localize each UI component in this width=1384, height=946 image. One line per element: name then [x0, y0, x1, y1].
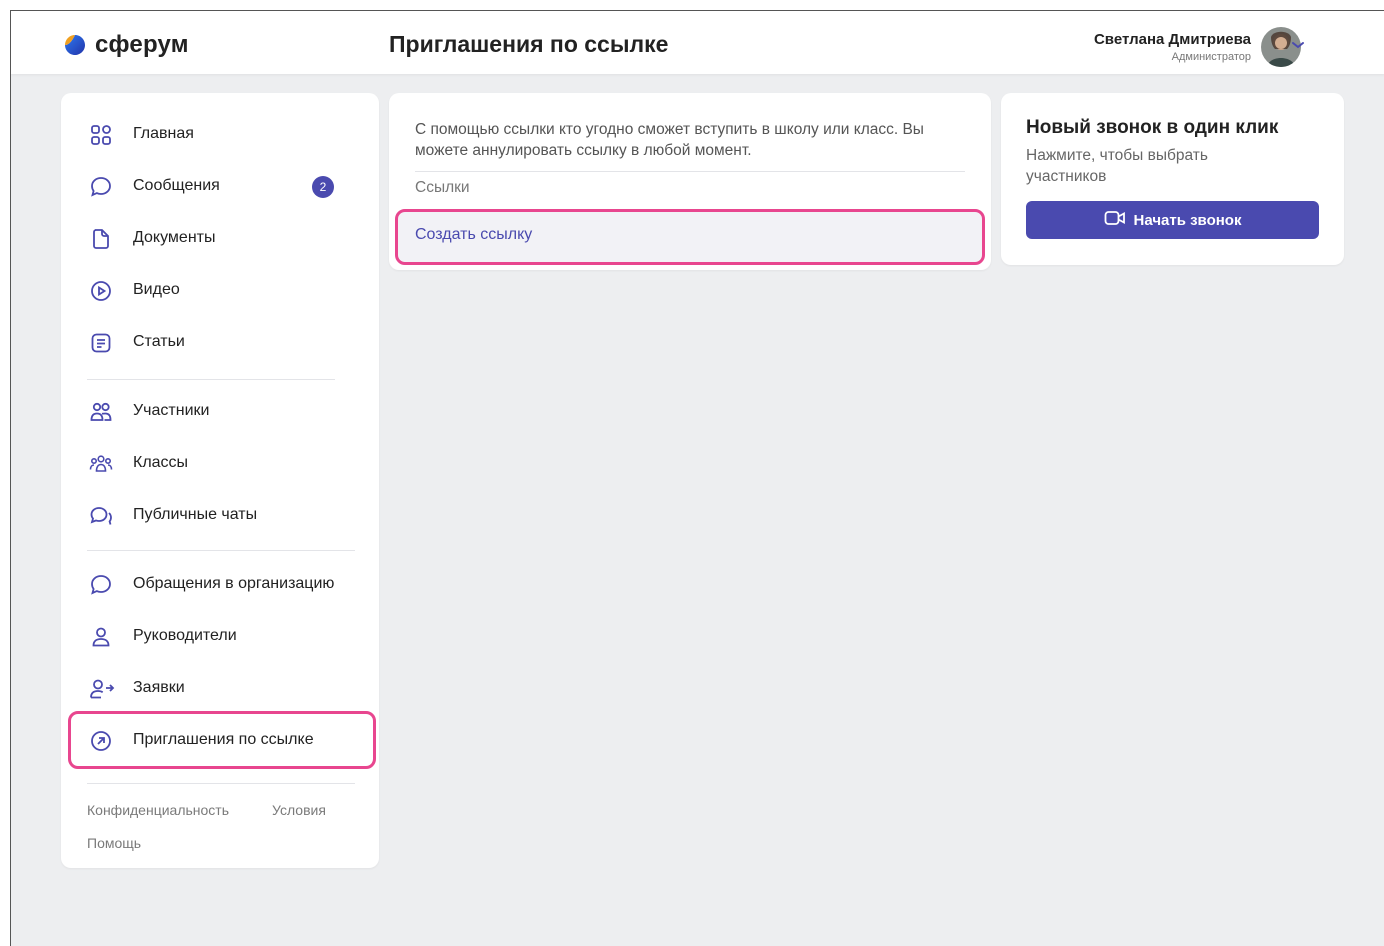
sidebar-item-label: Классы: [133, 454, 189, 471]
divider: [415, 171, 965, 172]
sidebar-item-label: Руководители: [133, 627, 237, 644]
terms-link[interactable]: Условия: [272, 802, 326, 818]
divider: [87, 379, 335, 380]
people-icon: [89, 400, 113, 424]
sidebar-item-messages[interactable]: Сообщения 2: [61, 165, 379, 209]
chat-bubble-icon: [89, 175, 113, 199]
help-link[interactable]: Помощь: [87, 835, 141, 851]
logo-text: сферум: [95, 31, 189, 58]
sidebar-item-classes[interactable]: Классы: [61, 442, 379, 486]
sidebar-item-label: Главная: [133, 125, 194, 142]
sidebar-item-members[interactable]: Участники: [61, 390, 379, 434]
sidebar-item-label: Обращения в организацию: [133, 575, 335, 592]
invite-description: С помощью ссылки кто угодно сможет вступ…: [415, 121, 924, 159]
chat-bubble-icon: [89, 573, 113, 597]
user-name: Светлана Дмитриева: [1093, 31, 1251, 48]
play-circle-icon: [89, 279, 113, 303]
video-camera-icon: [1104, 210, 1126, 231]
classes-icon: [89, 452, 113, 476]
active-item-highlight: [68, 711, 376, 769]
sidebar-item-label: Видео: [133, 281, 180, 298]
divider: [87, 783, 355, 784]
sidebar-item-requests[interactable]: Заявки: [61, 667, 379, 711]
sidebar-item-label: Документы: [133, 229, 216, 246]
person-arrow-icon: [89, 677, 115, 701]
user-info: Светлана Дмитриева Администратор: [1094, 31, 1251, 63]
sidebar-item-video[interactable]: Видео: [61, 269, 379, 313]
sidebar-item-documents[interactable]: Документы: [61, 217, 379, 261]
unread-badge: 2: [312, 176, 334, 198]
article-icon: [89, 331, 113, 355]
sidebar-item-articles[interactable]: Статьи: [61, 321, 379, 365]
call-card-subtitle: Нажмите, чтобы выбрать участников: [1026, 147, 1208, 185]
top-header: сферум Приглашения по ссылке Светлана Дм…: [11, 11, 1384, 74]
sidebar-item-label: Участники: [133, 402, 210, 419]
public-chats-icon: [89, 504, 113, 528]
logo-icon: [63, 33, 87, 57]
sidebar-item-appeals[interactable]: Обращения в организацию: [61, 563, 379, 607]
sidebar-item-label: Заявки: [133, 679, 185, 696]
create-link-highlight: [395, 209, 985, 265]
sidebar: Главная Сообщения 2 Документы Видео Стат…: [61, 93, 379, 868]
invite-links-card: С помощью ссылки кто угодно сможет вступ…: [389, 93, 991, 270]
sidebar-item-label: Публичные чаты: [133, 506, 258, 523]
sidebar-item-managers[interactable]: Руководители: [61, 615, 379, 659]
logo[interactable]: сферум: [63, 31, 189, 59]
divider: [87, 550, 355, 551]
start-call-button[interactable]: Начать звонок: [1026, 201, 1319, 239]
start-call-label: Начать звонок: [1133, 211, 1242, 229]
sidebar-item-public-chats[interactable]: Публичные чаты: [61, 494, 379, 538]
call-card-title: Новый звонок в один клик: [1026, 117, 1279, 138]
page-title: Приглашения по ссылке: [389, 31, 669, 57]
sidebar-item-home[interactable]: Главная: [61, 113, 379, 157]
grid-icon: [89, 123, 113, 147]
document-icon: [89, 227, 113, 251]
sidebar-item-label: Статьи: [133, 333, 185, 350]
links-section-label: Ссылки: [415, 179, 470, 196]
user-role: Администратор: [1171, 51, 1251, 63]
app-frame: сферум Приглашения по ссылке Светлана Дм…: [10, 10, 1384, 946]
new-call-card: Новый звонок в один клик Нажмите, чтобы …: [1001, 93, 1344, 265]
person-icon: [89, 625, 113, 649]
user-menu[interactable]: Светлана Дмитриева Администратор: [1094, 27, 1301, 67]
privacy-link[interactable]: Конфиденциальность: [87, 802, 229, 818]
chevron-down-icon[interactable]: [1291, 37, 1305, 55]
sidebar-item-label: Сообщения: [133, 177, 220, 194]
